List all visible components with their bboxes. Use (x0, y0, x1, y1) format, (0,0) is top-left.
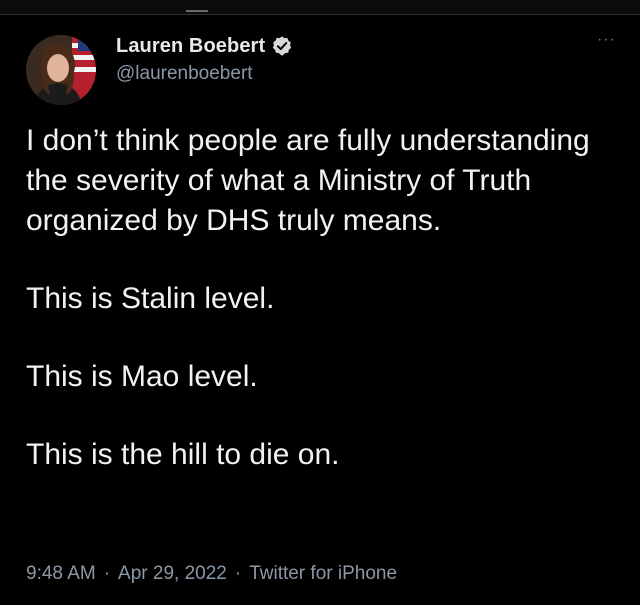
tweet-source[interactable]: Twitter for iPhone (249, 563, 397, 585)
tweet-time[interactable]: 9:48 AM (26, 563, 96, 585)
tweet-text: I don’t think people are fully understan… (26, 121, 616, 475)
verified-badge-icon (271, 35, 293, 57)
top-window-strip (0, 0, 640, 14)
tweet-header: Lauren Boebert @laurenboebert (116, 33, 293, 85)
tweet-paragraph: This is Mao level. (26, 360, 258, 393)
meta-separator: · (234, 563, 242, 584)
more-options-icon[interactable]: ··· (597, 32, 616, 48)
author-display-name[interactable]: Lauren Boebert (116, 35, 265, 58)
tweet: Lauren Boebert @laurenboebert ··· I don’… (0, 15, 640, 605)
tweet-paragraph: This is the hill to die on. (26, 438, 340, 471)
author-handle[interactable]: @laurenboebert (116, 63, 293, 85)
author-name-row: Lauren Boebert (116, 33, 293, 59)
avatar[interactable] (26, 35, 96, 105)
tweet-metadata: 9:48 AM · Apr 29, 2022 · Twitter for iPh… (26, 563, 397, 585)
meta-separator: · (103, 563, 111, 584)
tweet-date[interactable]: Apr 29, 2022 (118, 563, 227, 585)
tweet-paragraph: I don’t think people are fully understan… (26, 124, 590, 237)
avatar-image (26, 35, 96, 105)
tweet-paragraph: This is Stalin level. (26, 282, 275, 315)
window-notch (186, 10, 208, 12)
